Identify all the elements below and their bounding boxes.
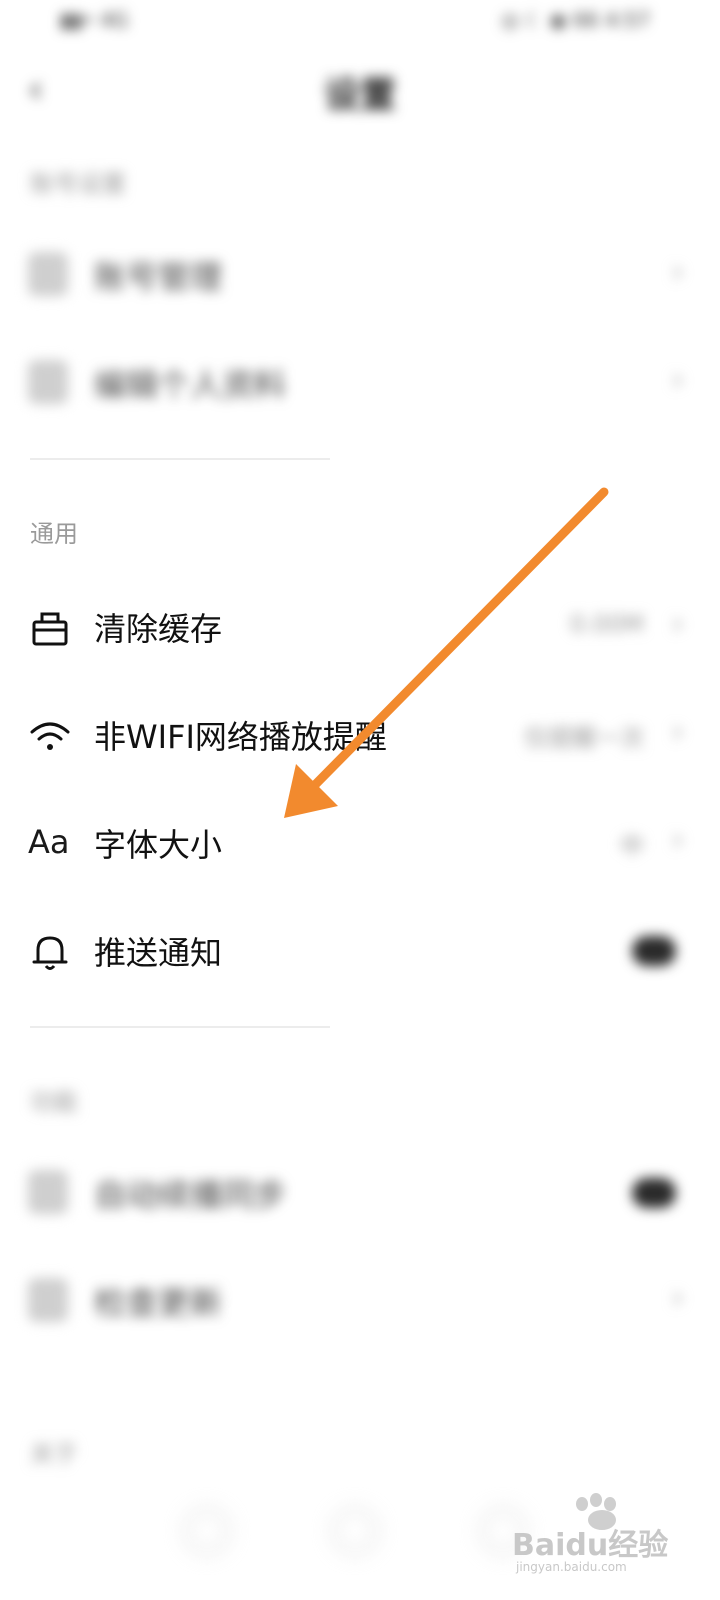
row-label: 清除缓存 bbox=[94, 610, 223, 648]
auto-play-toggle[interactable] bbox=[632, 1178, 676, 1208]
section-label-general: 通用 bbox=[30, 520, 78, 548]
bell-icon bbox=[28, 930, 72, 974]
status-signal: ▮▮• 4G bbox=[60, 8, 129, 32]
section-divider bbox=[30, 458, 330, 460]
settings-row-clear-cache[interactable]: 清除缓存 0.00M › bbox=[0, 574, 720, 682]
page-title: 设置 bbox=[323, 75, 396, 116]
sync-icon bbox=[28, 1170, 68, 1214]
settings-row-push-notification[interactable]: 推送通知 bbox=[0, 898, 720, 1006]
settings-row-check-update[interactable]: 检查更新 › bbox=[0, 1248, 720, 1356]
trash-icon bbox=[28, 606, 72, 650]
row-label: 自动续播同步 bbox=[94, 1176, 287, 1214]
chevron-right-icon: › bbox=[671, 1278, 684, 1316]
section-label-about: 关于 bbox=[30, 1440, 78, 1468]
row-label: 字体大小 bbox=[94, 826, 223, 864]
watermark-url: jingyan.baidu.com bbox=[516, 1560, 627, 1574]
font-size-icon: Aa bbox=[28, 823, 70, 861]
watermark-brand: Baidu经验 bbox=[512, 1528, 669, 1563]
chevron-right-icon: › bbox=[671, 712, 684, 750]
cache-size-value: 0.00M bbox=[569, 610, 644, 638]
user-icon bbox=[28, 252, 68, 296]
chevron-right-icon: › bbox=[671, 820, 684, 858]
settings-row-account-manage[interactable]: 账号管理 › bbox=[0, 222, 720, 330]
nav-home-icon[interactable] bbox=[184, 1508, 230, 1554]
row-label: 检查更新 bbox=[94, 1284, 223, 1322]
settings-row-edit-profile[interactable]: 编辑个人资料 › bbox=[0, 330, 720, 438]
status-indicators: ◎ ☾ ◉ 66 4:57 bbox=[501, 8, 650, 32]
update-icon bbox=[28, 1278, 68, 1322]
chevron-right-icon: › bbox=[671, 360, 684, 398]
row-label: 推送通知 bbox=[94, 934, 223, 972]
nav-discover-icon[interactable] bbox=[332, 1508, 378, 1554]
row-label: 账号管理 bbox=[94, 258, 223, 296]
chevron-right-icon: › bbox=[671, 604, 684, 642]
settings-row-wifi-reminder[interactable]: 非WIFI网络播放提醒 仅提醒一次 › bbox=[0, 682, 720, 790]
chevron-right-icon: › bbox=[671, 252, 684, 290]
section-divider bbox=[30, 1026, 330, 1028]
row-label: 编辑个人资料 bbox=[94, 366, 287, 404]
row-label: 非WIFI网络播放提醒 bbox=[94, 718, 387, 756]
baidu-watermark: Baidu经验 jingyan.baidu.com bbox=[512, 1490, 692, 1580]
wifi-reminder-value: 仅提醒一次 bbox=[524, 724, 644, 752]
settings-row-font-size[interactable]: Aa 字体大小 中 › bbox=[0, 790, 720, 898]
push-notification-toggle[interactable] bbox=[632, 936, 676, 966]
settings-row-auto-play[interactable]: 自动续播同步 bbox=[0, 1140, 720, 1248]
wifi-icon bbox=[28, 714, 72, 758]
font-size-value: 中 bbox=[620, 832, 644, 860]
profile-icon bbox=[28, 360, 68, 404]
section-label-account: 账号设置 bbox=[30, 170, 126, 198]
section-label-features: 功能 bbox=[30, 1088, 78, 1116]
